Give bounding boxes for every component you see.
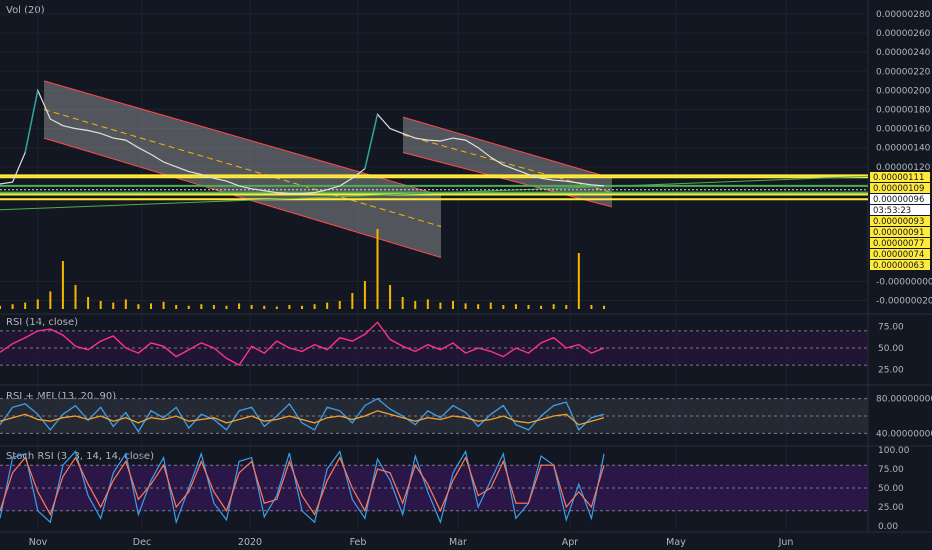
volume-bar — [263, 305, 266, 309]
price-label-text: 0.00000063 — [873, 261, 924, 271]
volume-bar — [36, 299, 39, 309]
volume-bar — [439, 302, 442, 309]
volume-bar — [376, 229, 379, 309]
volume-bar — [74, 285, 77, 309]
volume-bar — [225, 305, 228, 309]
volume-bar — [99, 301, 102, 309]
volume-bar — [552, 304, 555, 309]
price-label-text: 03:53:23 — [873, 206, 911, 216]
volume-bar — [426, 299, 429, 309]
volume-bar — [24, 302, 27, 309]
x-axis-tick: May — [666, 537, 686, 548]
price-axis-tick: 0.00000280 — [876, 10, 931, 20]
x-axis-tick: Nov — [29, 537, 48, 548]
volume-bar — [464, 303, 467, 309]
volume-bar — [162, 301, 165, 309]
volume-bar — [351, 293, 354, 309]
price-label-text: 0.00000093 — [873, 217, 924, 227]
x-axis-tick: Apr — [562, 537, 579, 548]
volume-bar — [313, 304, 316, 309]
volume-bar — [477, 304, 480, 309]
price-axis-tick: 0.00000120 — [876, 163, 931, 173]
volume-bar — [124, 299, 127, 309]
volume-bar — [401, 297, 404, 309]
price-label-text: 0.00000109 — [873, 184, 924, 194]
volume-bar — [150, 303, 152, 309]
volume-bar — [11, 304, 14, 309]
volume-bar — [514, 304, 517, 309]
volume-bar — [250, 305, 253, 309]
price-label-text: 0.00000074 — [873, 250, 924, 260]
mfi-axis-tick: 40.00000000 — [876, 429, 932, 439]
rsi-axis-tick: 75.00 — [878, 323, 904, 333]
price-axis-tick: 0.00000260 — [876, 29, 931, 39]
volume-bar — [301, 305, 303, 309]
price-axis-tick: -0.00000000 — [876, 277, 932, 287]
volume-bar — [212, 305, 215, 309]
trading-chart[interactable]: Vol (20) RSI (14, close) RSI + MFI (13, … — [0, 0, 932, 550]
volume-bar — [61, 261, 64, 309]
volume-bar — [275, 306, 278, 309]
price-axis-tick: 0.00000240 — [876, 48, 931, 58]
stoch-axis-tick: 0.00 — [878, 522, 898, 532]
price-axis-tick: 0.00000140 — [876, 144, 931, 154]
price-axis-tick: -0.00000020 — [876, 297, 932, 307]
price-axis-tick: 0.00000220 — [876, 67, 931, 77]
rsi-mfi-series — [0, 397, 868, 434]
stoch-axis-tick: 100.00 — [878, 446, 910, 456]
volume-bar — [288, 305, 291, 309]
price-label-text: 0.00000077 — [873, 239, 924, 249]
volume-bar — [565, 305, 568, 309]
mfi-axis-tick: 80.00000000 — [876, 395, 932, 405]
stoch-axis-tick: 50.00 — [878, 484, 904, 494]
price-axis-tick: 0.00000200 — [876, 86, 931, 96]
volume-bar — [326, 302, 329, 309]
volume-bar — [175, 305, 178, 309]
volume-bar — [238, 303, 241, 309]
price-scale-labels: 0.000001110.000001090.0000009603:53:230.… — [870, 172, 930, 271]
volume-bar — [577, 253, 580, 309]
volume-bar — [502, 305, 505, 309]
volume-bar — [414, 301, 417, 309]
volume-bar — [540, 305, 543, 309]
volume-bar — [112, 302, 115, 309]
x-axis-tick: Jun — [778, 537, 794, 548]
rsi-axis-tick: 25.00 — [878, 365, 904, 375]
volume-bar — [603, 305, 605, 309]
volume-bar — [363, 281, 366, 309]
price-label-text: 0.00000091 — [873, 228, 924, 238]
rsi-axis-tick: 50.00 — [878, 344, 904, 354]
volume-bar — [87, 297, 90, 309]
x-axis-tick: Mar — [449, 537, 467, 548]
volume-bar — [527, 305, 530, 309]
rsi-pane-title: RSI (14, close) — [6, 317, 78, 328]
stoch-axis-tick: 25.00 — [878, 503, 904, 513]
x-axis-tick: Dec — [133, 537, 151, 548]
price-axis-tick: 0.00000180 — [876, 106, 931, 116]
volume-bar — [452, 301, 454, 309]
price-label-text: 0.00000111 — [873, 173, 924, 183]
volume-bar — [389, 285, 392, 309]
volume-bar — [338, 301, 341, 309]
stoch-axis-tick: 75.00 — [878, 465, 904, 475]
volume-bar — [187, 305, 190, 309]
price-axis-tick: 0.00000160 — [876, 125, 931, 135]
volume-bar — [590, 305, 593, 309]
volume-bar — [489, 302, 492, 309]
stoch-rsi-pane-title: Stoch RSI (3, 3, 14, 14, close) — [6, 451, 154, 462]
volume-bar — [200, 304, 203, 309]
volume-bar — [49, 291, 52, 309]
x-axis-tick: 2020 — [238, 537, 262, 548]
volume-bar — [137, 304, 140, 309]
price-label-text: 0.00000096 — [873, 195, 924, 205]
volume-bar — [0, 305, 1, 309]
x-axis-tick: Feb — [350, 537, 367, 548]
